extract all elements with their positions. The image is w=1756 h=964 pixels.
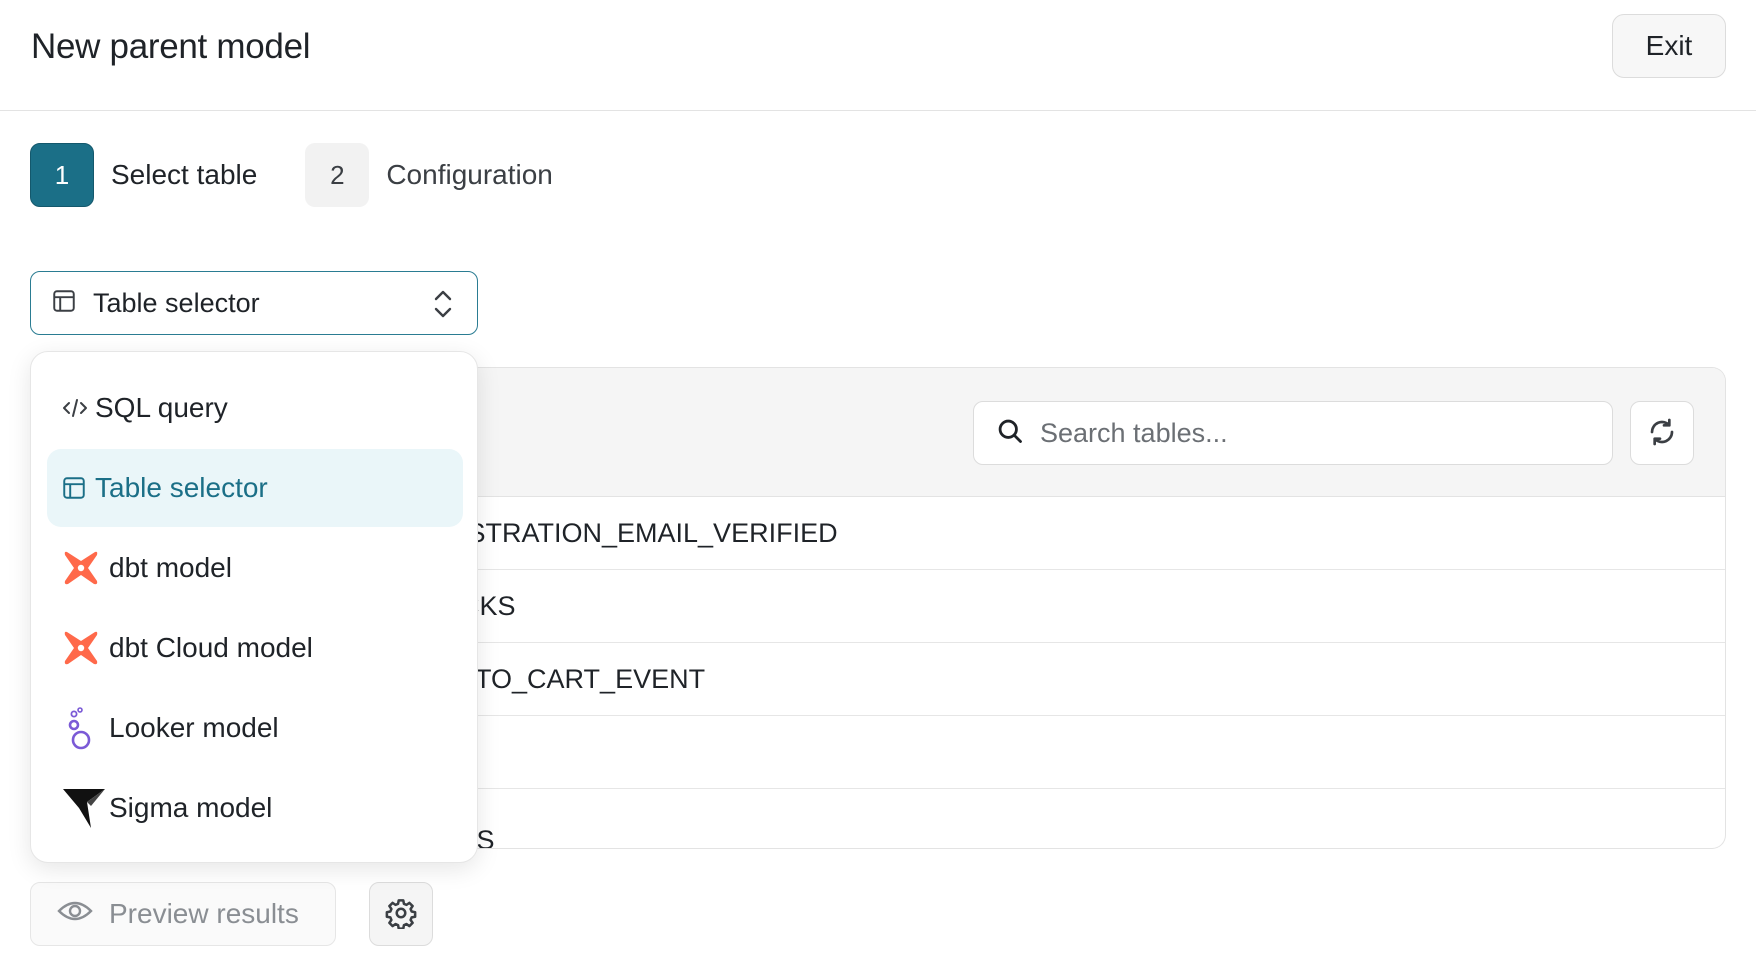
step-label: Configuration xyxy=(386,159,553,190)
gear-icon xyxy=(385,897,417,932)
menu-item-looker-model[interactable]: Looker model xyxy=(47,689,463,767)
dbt-logo-icon xyxy=(61,548,107,588)
source-type-select[interactable]: Table selector xyxy=(30,271,478,335)
table-row[interactable]: CKS xyxy=(470,570,1725,643)
search-input[interactable] xyxy=(1040,417,1600,449)
search-icon xyxy=(996,417,1024,450)
step-number: 1 xyxy=(30,143,94,207)
dbt-logo-icon xyxy=(61,628,107,668)
table-row[interactable]: _TO_CART_EVENT xyxy=(470,643,1725,716)
refresh-icon xyxy=(1646,416,1678,451)
menu-item-sigma-model[interactable]: Sigma model xyxy=(47,769,463,847)
source-type-value: Table selector xyxy=(93,287,260,318)
exit-button[interactable]: Exit xyxy=(1612,14,1726,78)
menu-item-table-selector[interactable]: Table selector xyxy=(47,449,463,527)
header: New parent model Exit xyxy=(0,0,1756,111)
step-label: Select table xyxy=(111,159,258,190)
step-number: 2 xyxy=(305,143,370,207)
step-select-table[interactable]: 1 Select table xyxy=(30,143,257,207)
menu-item-dbt-cloud-model[interactable]: dbt Cloud model xyxy=(47,609,463,687)
stepper: 1 Select table 2 Configuration xyxy=(30,143,553,207)
chevron-up-down-icon xyxy=(431,288,455,325)
eye-icon xyxy=(57,898,93,931)
looker-logo-icon xyxy=(61,704,107,752)
menu-item-dbt-model[interactable]: dbt model xyxy=(47,529,463,607)
source-type-menu: SQL query Table selector dbt model dbt C… xyxy=(30,351,478,863)
table-row[interactable]: TS xyxy=(470,789,1725,848)
table-row[interactable] xyxy=(470,716,1725,789)
table-panel: ISTRATION_EMAIL_VERIFIED CKS _TO_CART_EV… xyxy=(470,367,1726,849)
table-icon xyxy=(61,475,93,501)
preview-results-button[interactable]: Preview results xyxy=(30,882,336,946)
page-title: New parent model xyxy=(31,27,311,66)
search-box[interactable] xyxy=(973,401,1613,465)
refresh-button[interactable] xyxy=(1630,401,1694,465)
table-toolbar xyxy=(470,368,1725,497)
code-icon xyxy=(61,396,93,420)
sigma-logo-icon xyxy=(61,786,107,830)
settings-button[interactable] xyxy=(369,882,433,946)
table-icon xyxy=(51,288,77,319)
menu-item-sql-query[interactable]: SQL query xyxy=(47,369,463,447)
table-row[interactable]: ISTRATION_EMAIL_VERIFIED xyxy=(470,497,1725,570)
step-configuration[interactable]: 2 Configuration xyxy=(305,143,553,207)
